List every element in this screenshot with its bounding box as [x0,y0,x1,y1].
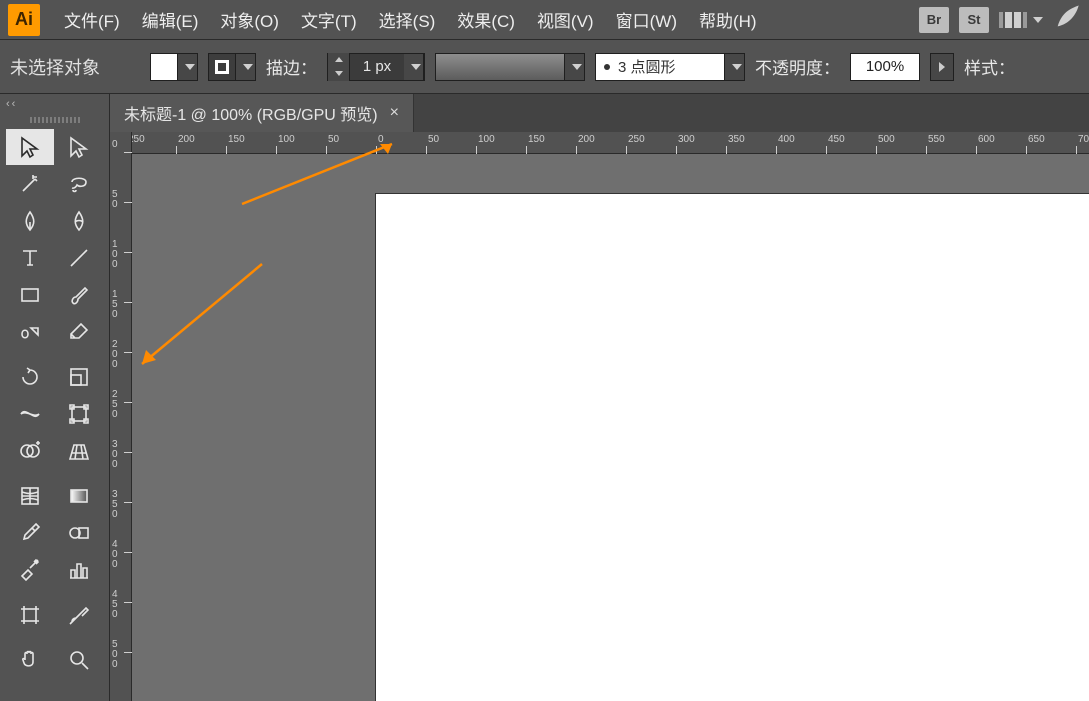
tool-hand[interactable] [6,642,54,678]
menu-object[interactable]: 对象(O) [210,3,289,36]
tool-symbol-sprayer[interactable] [6,552,54,588]
brush-value: 3 点圆形 [618,56,676,77]
tool-perspective-grid[interactable] [55,433,103,469]
brush-definition[interactable]: 3 点圆形 [595,53,745,81]
stroke-value[interactable]: 1 px [350,58,404,75]
fill-control[interactable] [150,53,198,81]
menu-effect[interactable]: 效果(C) [447,3,525,36]
tool-free-transform[interactable] [55,396,103,432]
profile-preview[interactable] [435,53,565,81]
options-bar: 未选择对象 描边： 1 px 3 点圆形 不透明度： 100% 样式： [0,40,1089,94]
fill-swatch[interactable] [150,53,178,81]
menu-window[interactable]: 窗口(W) [606,3,687,36]
style-label: 样式： [964,54,1015,79]
profile-dropdown[interactable] [565,53,585,81]
tool-paintbrush[interactable] [55,277,103,313]
artboard[interactable] [376,194,1089,701]
tool-gradient[interactable] [55,478,103,514]
tool-shape-builder[interactable] [6,433,54,469]
tool-rotate[interactable] [6,359,54,395]
menu-type[interactable]: 文字(T) [291,3,367,36]
opacity-dropdown[interactable] [930,53,954,81]
search-icon[interactable] [1053,3,1081,36]
tool-rectangle[interactable] [6,277,54,313]
tool-slice[interactable] [55,597,103,633]
ruler-horizontal[interactable]: 3002502001501005005010015020025030035040… [132,132,1089,154]
chevron-down-icon [1033,17,1043,23]
document-area: 未标题-1 @ 100% (RGB/GPU 预览) × 300250200150… [110,94,1089,701]
tool-zoom[interactable] [55,642,103,678]
stroke-weight-dropdown[interactable] [404,53,424,81]
stroke-control[interactable] [208,53,256,81]
tool-lasso[interactable] [55,166,103,202]
tool-shaper[interactable] [6,314,54,350]
stroke-weight[interactable]: 1 px [327,53,425,81]
opacity-label: 不透明度： [755,54,840,79]
panel-grip[interactable] [30,117,80,123]
brush-field[interactable]: 3 点圆形 [595,53,725,81]
tab-close-button[interactable]: × [390,104,399,122]
tool-blend[interactable] [55,515,103,551]
collapse-panel-button[interactable]: ‹‹ [0,94,109,114]
tool-direct-selection[interactable] [55,129,103,165]
brush-dot-icon [604,64,610,70]
stroke-profile[interactable] [435,53,585,81]
bridge-badge[interactable]: Br [919,7,949,33]
document-tabstrip: 未标题-1 @ 100% (RGB/GPU 预览) × [110,94,1089,132]
annotation-arrow-2 [122,254,282,374]
menu-file[interactable]: 文件(F) [54,3,130,36]
workspace-switcher[interactable] [999,12,1043,28]
tool-eraser[interactable] [55,314,103,350]
ruler-vertical[interactable]: 050100150200250300350400450500 [110,132,132,701]
document-tab[interactable]: 未标题-1 @ 100% (RGB/GPU 预览) × [110,94,414,132]
tool-width[interactable] [6,396,54,432]
stock-badge[interactable]: St [959,7,989,33]
stroke-stepper[interactable] [328,53,350,81]
canvas[interactable] [132,154,1089,701]
stroke-label: 描边： [266,54,317,79]
tool-selection[interactable] [6,129,54,165]
tool-curvature[interactable] [55,203,103,239]
tool-scale[interactable] [55,359,103,395]
tool-magic-wand[interactable] [6,166,54,202]
menu-help[interactable]: 帮助(H) [689,3,767,36]
menu-bar: Ai 文件(F) 编辑(E) 对象(O) 文字(T) 选择(S) 效果(C) 视… [0,0,1089,40]
menu-view[interactable]: 视图(V) [527,3,604,36]
tab-title: 未标题-1 @ 100% (RGB/GPU 预览) [124,101,378,125]
fill-dropdown[interactable] [178,53,198,81]
app-logo: Ai [8,4,40,36]
tools-panel: ‹‹ [0,94,110,701]
main-area: ‹‹ 未标题-1 @ 100% (RGB/GPU 预览) × 300250200… [0,94,1089,701]
menu-edit[interactable]: 编辑(E) [132,3,209,36]
menu-select[interactable]: 选择(S) [369,3,446,36]
selection-status: 未选择对象 [10,54,140,80]
tool-artboard[interactable] [6,597,54,633]
tool-pen[interactable] [6,203,54,239]
stroke-dropdown[interactable] [236,53,256,81]
tool-column-graph[interactable] [55,552,103,588]
tool-mesh[interactable] [6,478,54,514]
brush-dropdown[interactable] [725,53,745,81]
tool-type[interactable] [6,240,54,276]
tool-line[interactable] [55,240,103,276]
opacity-value[interactable]: 100% [850,53,920,81]
tool-eyedropper[interactable] [6,515,54,551]
stroke-swatch[interactable] [208,53,236,81]
